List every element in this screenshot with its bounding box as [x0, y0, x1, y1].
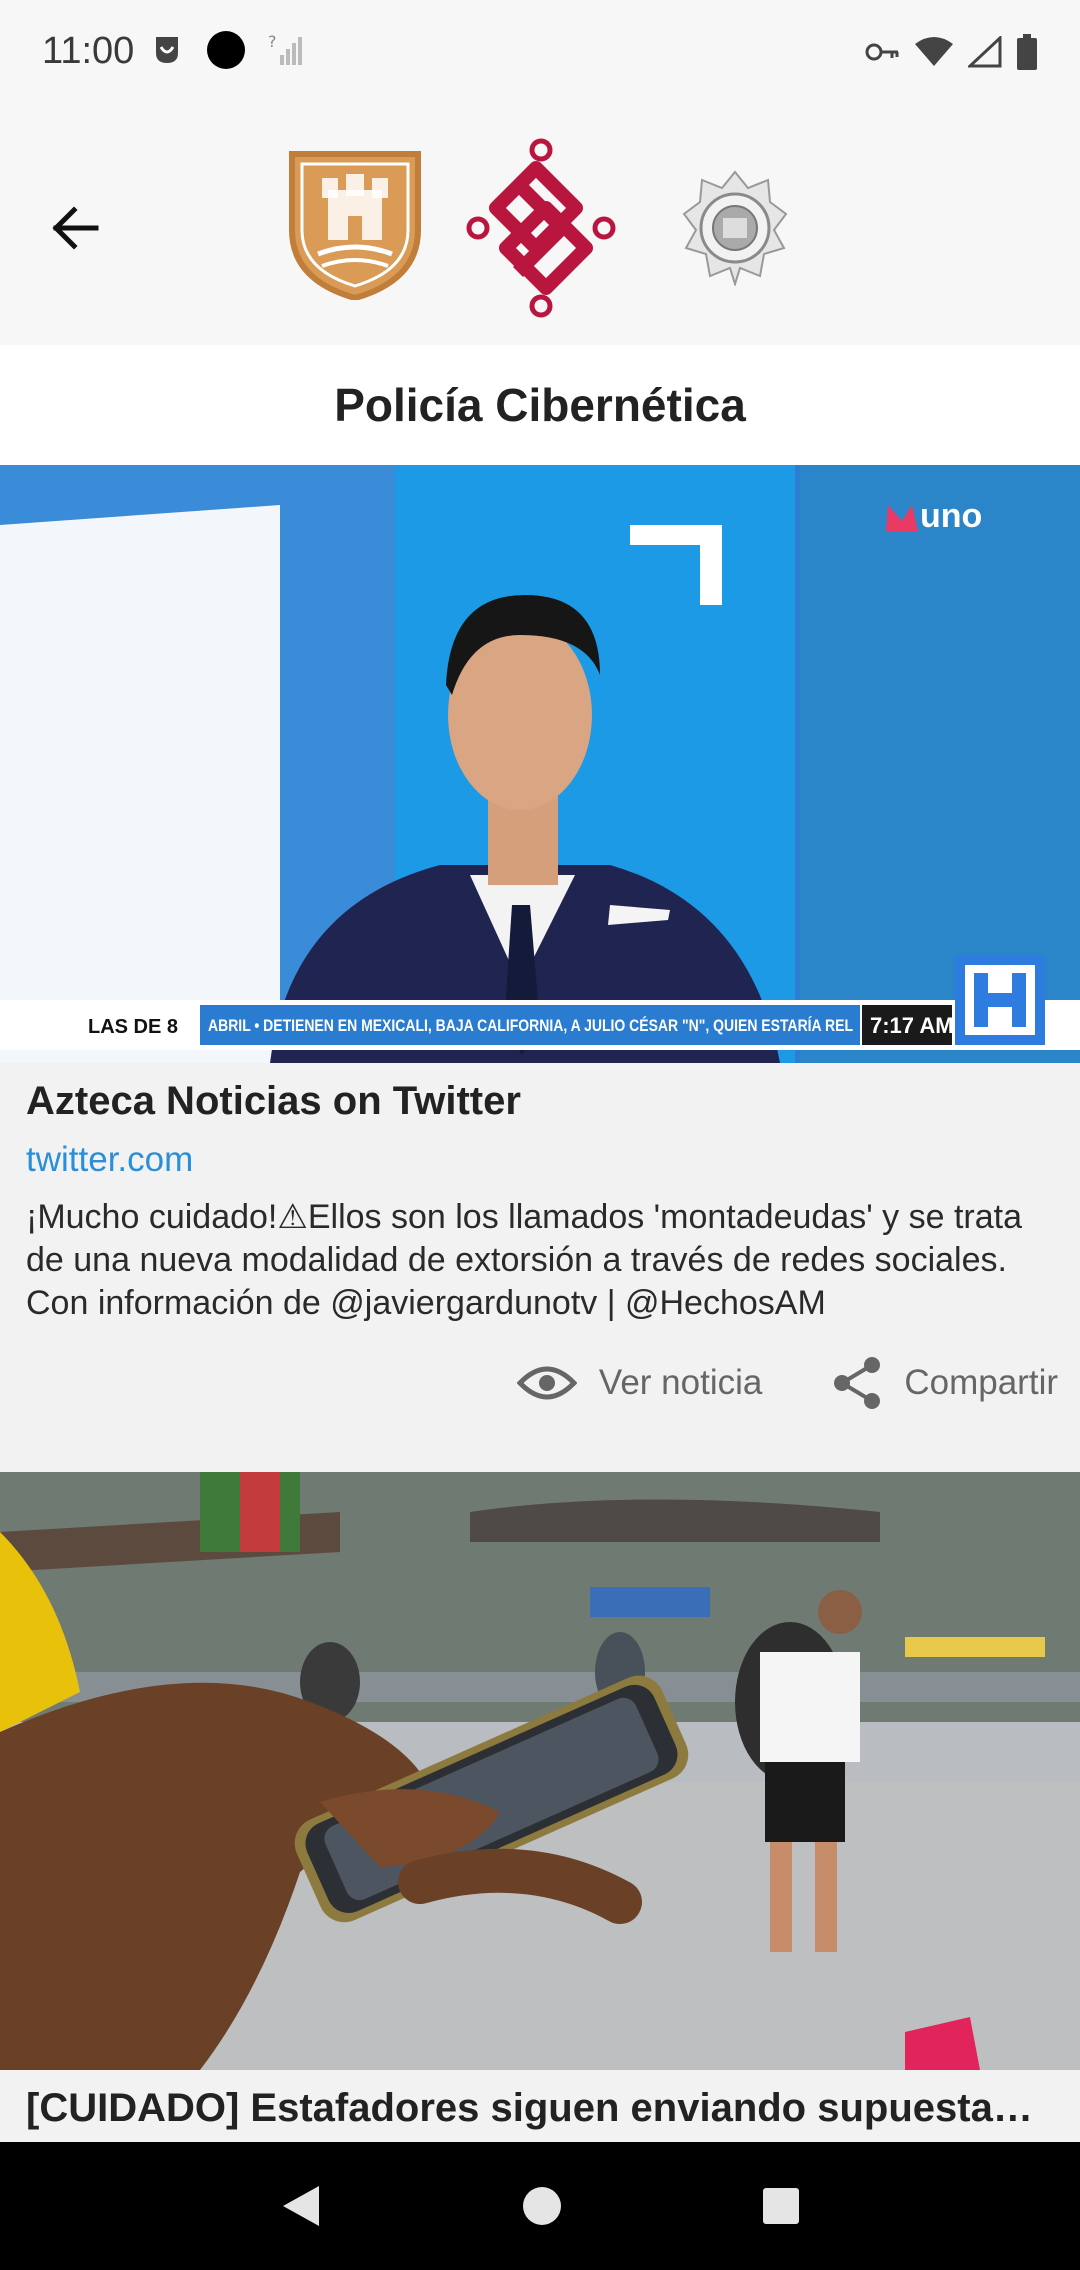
view-news-label: Ver noticia: [598, 1363, 763, 1402]
battery-icon: [1017, 34, 1037, 70]
news-image-anchor[interactable]: LAS DE 8 ABRIL • DETIENEN EN MEXICALI, B…: [0, 465, 1080, 1063]
news-anchor-photo: LAS DE 8 ABRIL • DETIENEN EN MEXICALI, B…: [0, 465, 1080, 1063]
channel-logo-text: uno: [920, 497, 982, 535]
card-title[interactable]: Azteca Noticias on Twitter: [26, 1079, 1054, 1124]
police-badge-logo: [682, 170, 788, 286]
title-bar: Policía Cibernética: [0, 345, 1080, 465]
wifi-icon: [915, 37, 953, 66]
system-nav-bar: [0, 2142, 1080, 2270]
card-title[interactable]: [CUIDADO] Estafadores siguen enviando su…: [26, 2086, 1054, 2131]
svg-text:?: ?: [268, 33, 277, 51]
no-signal-icon: ?: [268, 33, 302, 65]
notification-app-icon: [156, 37, 178, 63]
cell-signal-icon: [968, 36, 1002, 68]
view-news-button[interactable]: Ver noticia: [516, 1363, 763, 1403]
ssc-knot-logo: [466, 138, 616, 318]
status-time: 11:00: [42, 30, 135, 72]
status-left-icons: ?: [150, 30, 302, 70]
card-description: ¡Mucho cuidado!⚠Ellos son los llamados '…: [26, 1198, 1022, 1322]
card-body: [CUIDADO] Estafadores siguen enviando su…: [0, 2086, 1080, 2131]
share-icon: [834, 1357, 881, 1409]
arrow-left-icon: [52, 206, 99, 250]
share-label: Compartir: [904, 1363, 1058, 1402]
status-right-icons: [864, 34, 1038, 70]
vpn-key-icon: [865, 43, 899, 61]
screen: 11:00 ? Policía Cibernética LAS DE 8 ABR…: [0, 0, 1080, 2270]
share-button[interactable]: Compartir: [832, 1356, 1058, 1410]
header: [0, 110, 1080, 345]
page-title: Policía Cibernética: [334, 379, 746, 431]
news-image-phone[interactable]: [0, 1472, 1080, 2070]
news-phone-photo: [0, 1472, 1080, 2070]
record-dot-icon: [207, 31, 245, 69]
ticker-program: LAS DE 8: [88, 1016, 178, 1038]
nav-recents-icon[interactable]: [761, 2186, 801, 2226]
news-card[interactable]: LAS DE 8 ABRIL • DETIENEN EN MEXICALI, B…: [0, 465, 1080, 1430]
ticker-text: ABRIL • DETIENEN EN MEXICALI, BAJA CALIF…: [208, 1016, 853, 1035]
news-card[interactable]: [CUIDADO] Estafadores siguen enviando su…: [0, 1472, 1080, 2142]
nav-back-icon[interactable]: [279, 2182, 323, 2230]
eye-icon: [516, 1366, 577, 1400]
status-bar: 11:00 ?: [0, 0, 1080, 110]
back-button[interactable]: [40, 198, 110, 258]
cdmx-shield-logo: [289, 151, 421, 300]
nav-home-icon[interactable]: [520, 2184, 564, 2228]
ticker-time: 7:17 AM: [870, 1013, 954, 1038]
card-body: Azteca Noticias on Twitter twitter.com ¡…: [0, 1079, 1080, 1325]
card-actions: Ver noticia Compartir: [516, 1356, 1058, 1410]
card-source-link[interactable]: twitter.com: [26, 1140, 1054, 1180]
